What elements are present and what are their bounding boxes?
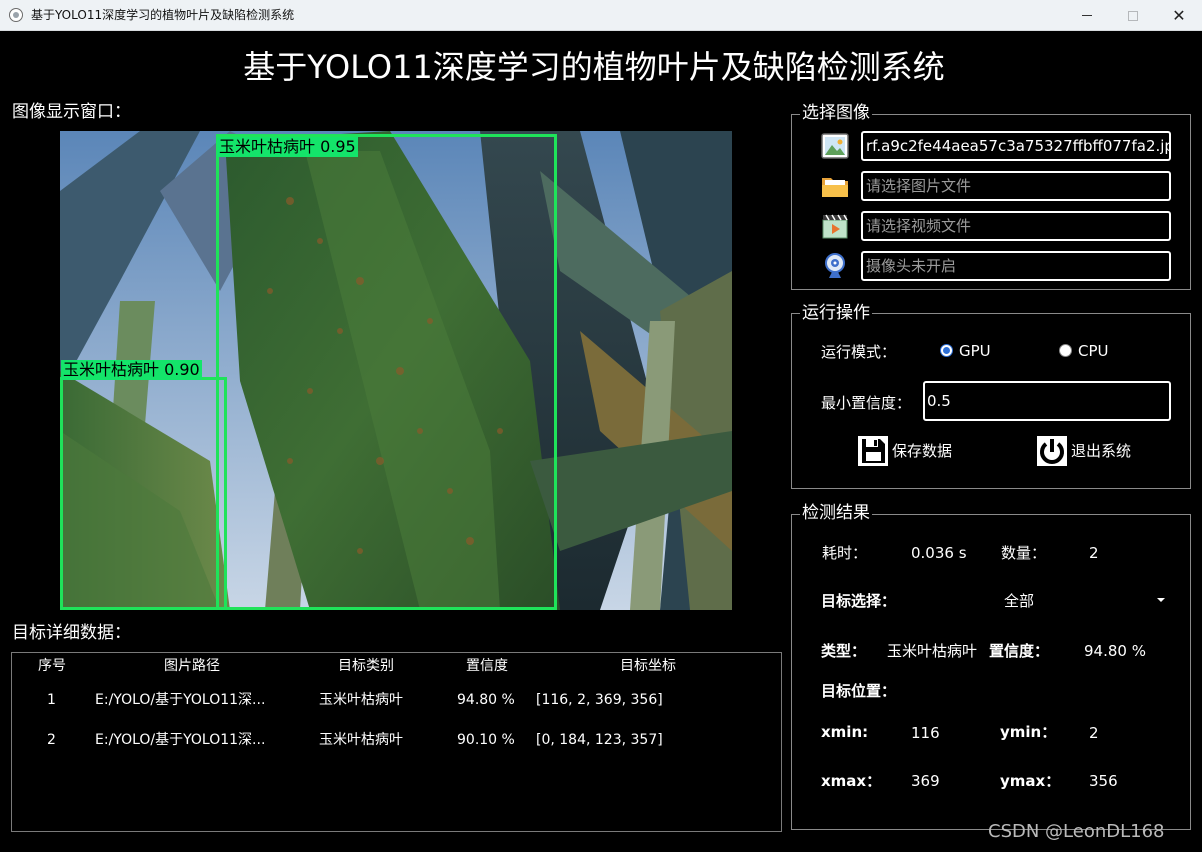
window-titlebar: 基于YOLO11深度学习的植物叶片及缺陷检测系统 ✕ [0, 0, 1202, 31]
ymax-label: ymax： [1000, 772, 1061, 790]
detection-box-1 [216, 134, 557, 610]
table-header-confidence: 置信度 [466, 658, 508, 674]
target-select-dropdown[interactable]: 全部 [1004, 591, 1034, 611]
table-header-coords: 目标坐标 [620, 658, 676, 674]
table-cell-coords: [116, 2, 369, 356] [536, 692, 663, 708]
folder-icon[interactable] [820, 171, 850, 201]
image-icon[interactable] [820, 131, 850, 161]
detection-label-2: 玉米叶枯病叶 0.90 [61, 360, 202, 380]
table-cell-index: 1 [47, 692, 56, 708]
chevron-down-icon[interactable] [1157, 598, 1165, 602]
detection-box-2 [60, 377, 227, 610]
minimize-button[interactable] [1064, 0, 1110, 31]
app-title: 基于YOLO11深度学习的植物叶片及缺陷检测系统 [243, 48, 945, 86]
watermark: CSDN @LeonDL168 [988, 821, 1165, 842]
table-header-class: 目标类别 [338, 658, 394, 674]
elapsed-time-label: 耗时： [822, 544, 868, 562]
count-value: 2 [1089, 544, 1099, 562]
min-confidence-label: 最小置信度： [821, 394, 912, 412]
gpu-radio[interactable] [940, 344, 953, 357]
maximize-icon [1128, 10, 1138, 21]
table-header-path: 图片路径 [164, 658, 220, 674]
target-select-label: 目标选择： [821, 592, 897, 610]
camera-field[interactable]: 摄像头未开启 [861, 251, 1171, 281]
power-icon [1037, 436, 1067, 466]
table-label: 目标详细数据： [12, 623, 131, 643]
confidence-label: 置信度： [989, 642, 1050, 660]
type-value: 玉米叶枯病叶 [887, 642, 978, 660]
gpu-label[interactable]: GPU [959, 341, 991, 361]
table-cell-coords: [0, 184, 123, 357] [536, 732, 663, 748]
run-title: 运行操作 [800, 302, 872, 324]
table-cell-path: E:/YOLO/基于YOLO11深... [95, 732, 266, 748]
xmax-value: 369 [911, 772, 940, 790]
save-data-button[interactable]: 保存数据 [857, 435, 952, 467]
cpu-radio[interactable] [1059, 344, 1072, 357]
select-image-title: 选择图像 [800, 102, 872, 124]
table-cell-class: 玉米叶枯病叶 [319, 692, 403, 708]
table-cell-path: E:/YOLO/基于YOLO11深... [95, 692, 266, 708]
results-title: 检测结果 [800, 502, 872, 524]
save-data-label: 保存数据 [892, 442, 953, 460]
xmin-value: 116 [911, 724, 940, 742]
video-file-field[interactable]: 请选择视频文件 [861, 211, 1171, 241]
cpu-label[interactable]: CPU [1078, 341, 1109, 361]
type-label: 类型： [821, 642, 867, 660]
camera-icon[interactable] [820, 251, 850, 281]
exit-system-button[interactable]: 退出系统 [1036, 435, 1131, 467]
table-cell-index: 2 [47, 732, 56, 748]
xmin-label: xmin: [821, 723, 869, 741]
maximize-button[interactable] [1110, 0, 1156, 31]
close-button[interactable]: ✕ [1156, 0, 1202, 31]
video-icon[interactable] [820, 211, 850, 241]
elapsed-time-value: 0.036 s [911, 544, 967, 562]
xmax-label: xmax： [821, 772, 882, 790]
table-cell-confidence: 94.80 % [457, 692, 515, 708]
target-position-label: 目标位置： [821, 682, 897, 700]
image-panel-label: 图像显示窗口： [12, 102, 131, 122]
confidence-value: 94.80 % [1084, 642, 1146, 660]
image-file-field[interactable]: rf.a9c2fe44aea57c3a75327ffbff077fa2.jpg [861, 131, 1171, 161]
save-icon [858, 436, 888, 466]
ymax-value: 356 [1089, 772, 1118, 790]
app-icon [9, 8, 23, 22]
ymin-label: ymin： [1000, 723, 1057, 741]
ymin-value: 2 [1089, 724, 1099, 742]
table-cell-confidence: 90.10 % [457, 732, 515, 748]
min-confidence-input[interactable]: 0.5 [923, 381, 1171, 421]
exit-system-label: 退出系统 [1071, 442, 1132, 460]
image-display: 玉米叶枯病叶 0.95 玉米叶枯病叶 0.90 [60, 131, 732, 610]
table-header-index: 序号 [38, 658, 66, 674]
minimize-icon [1082, 15, 1092, 16]
count-label: 数量： [1001, 544, 1047, 562]
run-mode-label: 运行模式： [821, 343, 897, 361]
detection-label-1: 玉米叶枯病叶 0.95 [217, 137, 358, 157]
window-title: 基于YOLO11深度学习的植物叶片及缺陷检测系统 [31, 8, 295, 22]
image-folder-field[interactable]: 请选择图片文件 [861, 171, 1171, 201]
table-cell-class: 玉米叶枯病叶 [319, 732, 403, 748]
